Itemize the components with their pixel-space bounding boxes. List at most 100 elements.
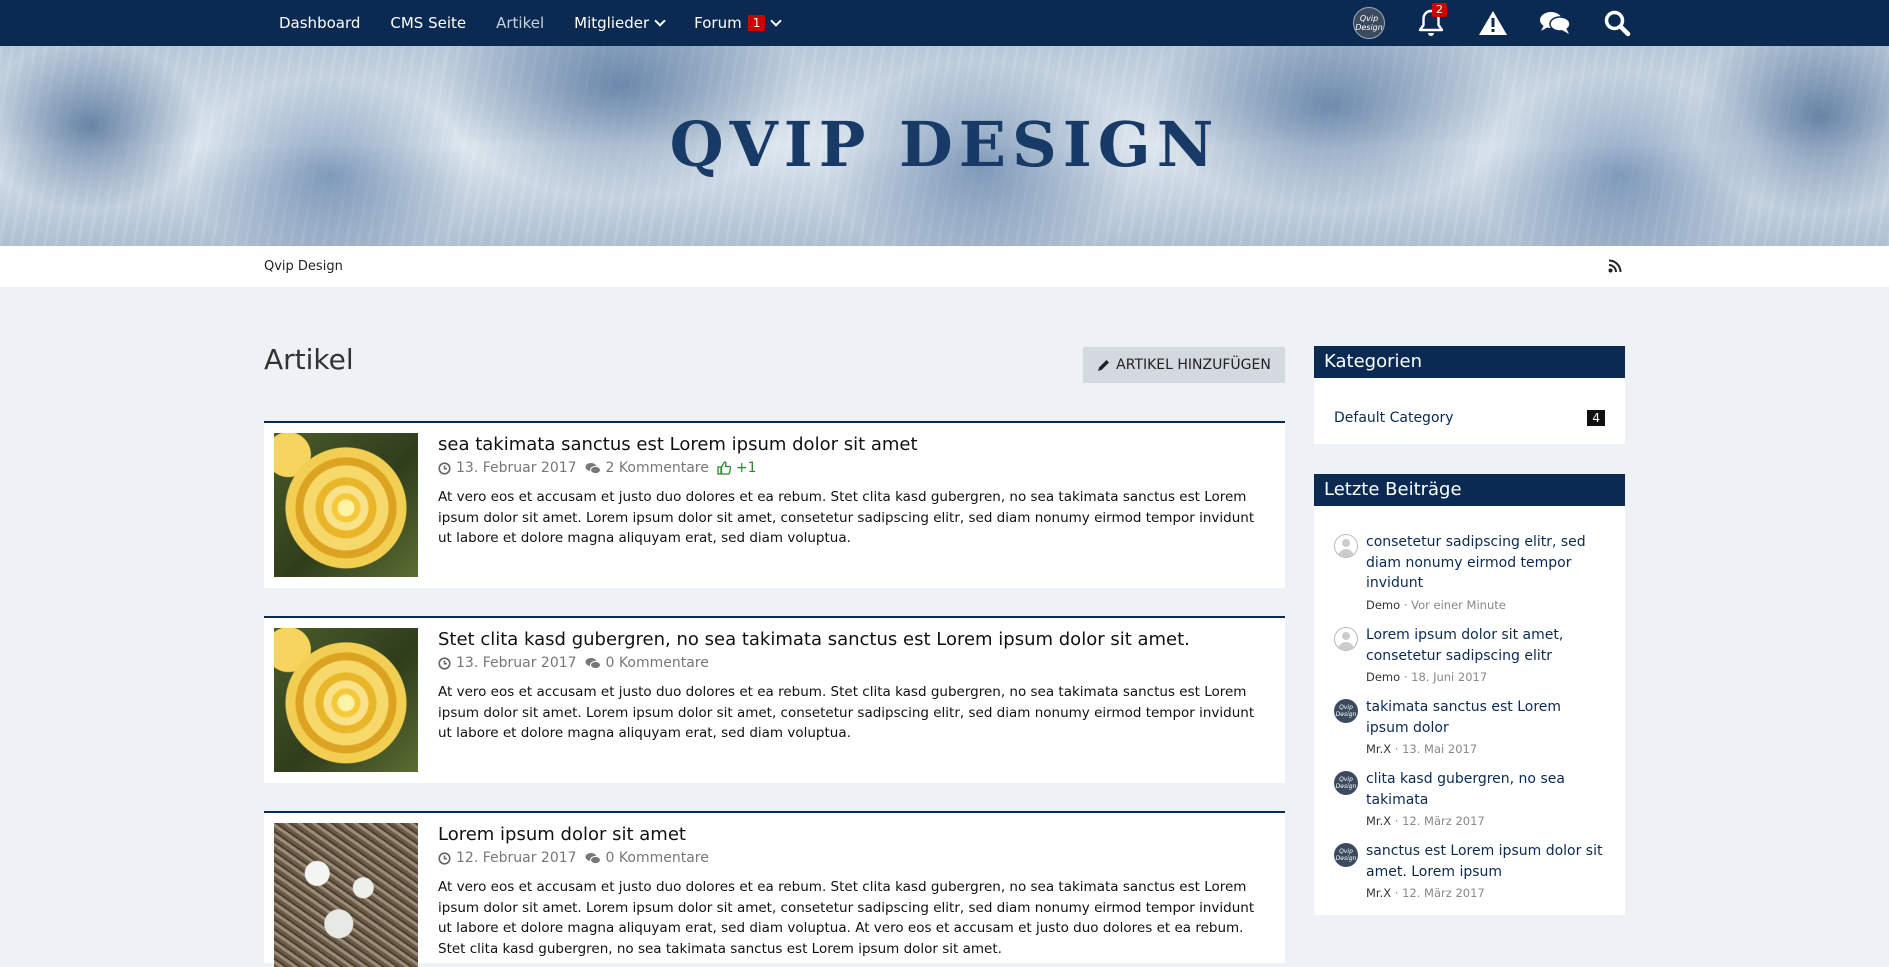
article-thumbnail[interactable] bbox=[274, 628, 418, 772]
article-comments[interactable]: 2 Kommentare bbox=[606, 460, 709, 476]
article-date: 13. Februar 2017 bbox=[456, 655, 577, 671]
nav-mitglieder[interactable]: Mitglieder bbox=[574, 14, 666, 32]
article-title[interactable]: Lorem ipsum dolor sit amet bbox=[438, 824, 686, 845]
like-count: +1 bbox=[735, 460, 757, 476]
post-time: 12. März 2017 bbox=[1402, 814, 1485, 828]
article-comments[interactable]: 0 Kommentare bbox=[606, 850, 709, 866]
pencil-icon bbox=[1098, 359, 1110, 371]
user-avatar-button[interactable]: Qvip Design bbox=[1353, 7, 1385, 39]
post-time: 12. März 2017 bbox=[1402, 886, 1485, 900]
add-article-button[interactable]: ARTIKEL HINZUFÜGEN bbox=[1083, 347, 1285, 383]
article-meta: 12. Februar 2017 0 Kommentare bbox=[438, 850, 709, 866]
add-article-label: ARTIKEL HINZUFÜGEN bbox=[1116, 357, 1271, 373]
article-excerpt: At vero eos et accusam et justo duo dolo… bbox=[438, 684, 1255, 741]
article-title[interactable]: sea takimata sanctus est Lorem ipsum dol… bbox=[438, 434, 918, 455]
comments-icon bbox=[585, 657, 601, 669]
rose-image bbox=[274, 433, 418, 577]
search-button[interactable] bbox=[1601, 7, 1633, 39]
post-time: 18. Juni 2017 bbox=[1411, 670, 1488, 684]
top-navbar: Dashboard CMS Seite Artikel Mitglieder F… bbox=[0, 0, 1889, 46]
comments-icon bbox=[585, 462, 601, 474]
article-item: Lorem ipsum dolor sit amet 12. Februar 2… bbox=[264, 811, 1285, 967]
notification-badge: 2 bbox=[1432, 3, 1447, 17]
chat-icon bbox=[1540, 12, 1571, 34]
header-banner: QVIP DESIGN bbox=[0, 46, 1889, 246]
latest-posts-box: Letzte Beiträge consetetur sadipscing el… bbox=[1314, 474, 1625, 915]
post-author[interactable]: Mr.X bbox=[1366, 886, 1391, 900]
like-button[interactable]: +1 bbox=[717, 460, 757, 476]
warnings-button[interactable] bbox=[1477, 7, 1509, 39]
page-title: Artikel bbox=[264, 343, 354, 376]
article-comments[interactable]: 0 Kommentare bbox=[606, 655, 709, 671]
site-logo[interactable]: QVIP DESIGN bbox=[0, 108, 1889, 181]
breadcrumb: Qvip Design bbox=[0, 246, 1889, 287]
category-count: 4 bbox=[1587, 410, 1605, 426]
avatar[interactable]: Qvip Design bbox=[1334, 843, 1358, 867]
chevron-down-icon bbox=[654, 15, 666, 27]
nav-cms-seite-label: CMS Seite bbox=[390, 14, 467, 32]
article-meta: 13. Februar 2017 0 Kommentare bbox=[438, 655, 709, 671]
article-excerpt: At vero eos et accusam et justo duo dolo… bbox=[438, 489, 1255, 546]
post-time: Vor einer Minute bbox=[1411, 598, 1506, 612]
rss-icon[interactable] bbox=[1608, 259, 1622, 273]
nav-artikel-label: Artikel bbox=[496, 14, 545, 32]
categories-title: Kategorien bbox=[1314, 346, 1625, 378]
latest-post-meta: Demo · Vor einer Minute bbox=[1366, 598, 1506, 612]
latest-post-link[interactable]: consetetur sadipscing elitr, sed diam no… bbox=[1366, 532, 1606, 594]
notifications-button[interactable]: 2 bbox=[1415, 3, 1447, 39]
latest-post-link[interactable]: takimata sanctus est Lorem ipsum dolor bbox=[1366, 697, 1606, 738]
article-meta: 13. Februar 2017 2 Kommentare +1 bbox=[438, 460, 757, 476]
avatar[interactable]: Qvip Design bbox=[1334, 771, 1358, 795]
category-label: Default Category bbox=[1334, 410, 1454, 426]
article-item: Stet clita kasd gubergren, no sea takima… bbox=[264, 616, 1285, 783]
latest-post-meta: Demo · 18. Juni 2017 bbox=[1366, 670, 1488, 684]
avatar[interactable] bbox=[1334, 627, 1358, 651]
nav-artikel[interactable]: Artikel bbox=[496, 14, 544, 32]
latest-post-meta: Mr.X · 13. Mai 2017 bbox=[1366, 742, 1478, 756]
latest-post-link[interactable]: sanctus est Lorem ipsum dolor sit amet. … bbox=[1366, 841, 1606, 882]
avatar[interactable] bbox=[1334, 534, 1358, 558]
article-item: sea takimata sanctus est Lorem ipsum dol… bbox=[264, 421, 1285, 588]
search-icon bbox=[1604, 10, 1631, 37]
category-item[interactable]: Default Category 4 bbox=[1334, 410, 1605, 426]
nav-mitglieder-label: Mitglieder bbox=[574, 14, 650, 32]
warning-icon bbox=[1479, 11, 1507, 35]
avatar[interactable]: Qvip Design bbox=[1334, 699, 1358, 723]
rose-image bbox=[274, 628, 418, 772]
breadcrumb-home[interactable]: Qvip Design bbox=[264, 259, 343, 274]
clock-icon bbox=[438, 851, 451, 865]
avatar: Qvip Design bbox=[1353, 7, 1385, 39]
chevron-down-icon bbox=[770, 15, 783, 27]
latest-post-link[interactable]: clita kasd gubergren, no sea takimata bbox=[1366, 769, 1606, 810]
post-time: 13. Mai 2017 bbox=[1402, 742, 1478, 756]
article-excerpt: At vero eos et accusam et justo duo dolo… bbox=[438, 879, 1255, 957]
conversations-button[interactable] bbox=[1539, 7, 1571, 39]
nav-dashboard[interactable]: Dashboard bbox=[279, 14, 360, 32]
categories-box: Kategorien Default Category 4 bbox=[1314, 346, 1625, 444]
latest-post-meta: Mr.X · 12. März 2017 bbox=[1366, 886, 1485, 900]
post-author[interactable]: Demo bbox=[1366, 598, 1400, 612]
article-thumbnail[interactable] bbox=[274, 823, 418, 967]
latest-posts-title: Letzte Beiträge bbox=[1314, 474, 1625, 506]
main-nav: Dashboard CMS Seite Artikel Mitglieder F… bbox=[279, 0, 810, 46]
article-title[interactable]: Stet clita kasd gubergren, no sea takima… bbox=[438, 629, 1190, 650]
article-date: 13. Februar 2017 bbox=[456, 460, 577, 476]
clock-icon bbox=[438, 461, 451, 475]
user-panel: Qvip Design 2 bbox=[1323, 0, 1633, 46]
article-thumbnail[interactable] bbox=[274, 433, 418, 577]
nav-cms-seite[interactable]: CMS Seite bbox=[390, 14, 466, 32]
post-author[interactable]: Mr.X bbox=[1366, 814, 1391, 828]
latest-post-link[interactable]: Lorem ipsum dolor sit amet, consetetur s… bbox=[1366, 625, 1606, 666]
post-author[interactable]: Demo bbox=[1366, 670, 1400, 684]
forum-badge: 1 bbox=[747, 15, 766, 31]
nav-forum[interactable]: Forum 1 bbox=[694, 14, 783, 32]
thumbs-up-icon bbox=[717, 461, 731, 475]
article-date: 12. Februar 2017 bbox=[456, 850, 577, 866]
clock-icon bbox=[438, 656, 451, 670]
latest-post-meta: Mr.X · 12. März 2017 bbox=[1366, 814, 1485, 828]
comments-icon bbox=[585, 852, 601, 864]
snow-image bbox=[274, 823, 418, 967]
nav-forum-label: Forum bbox=[694, 14, 742, 32]
nav-dashboard-label: Dashboard bbox=[279, 14, 361, 32]
post-author[interactable]: Mr.X bbox=[1366, 742, 1391, 756]
